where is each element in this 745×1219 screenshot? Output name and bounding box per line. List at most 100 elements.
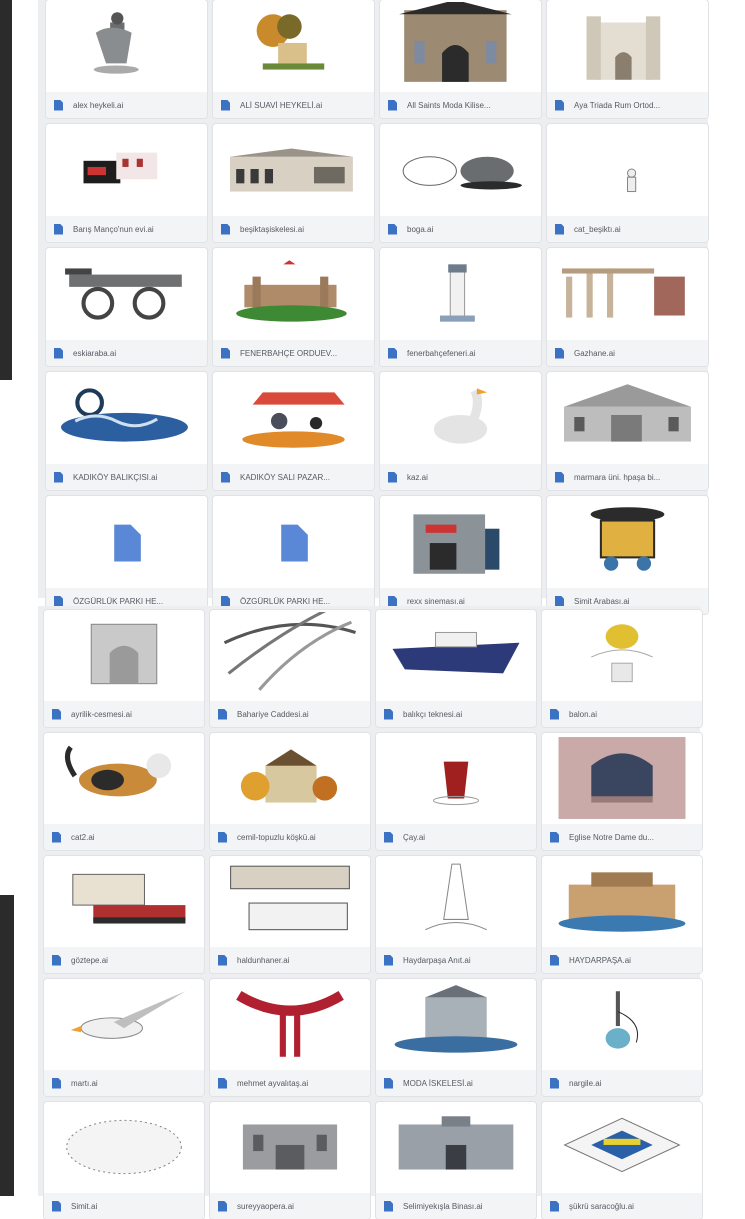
file-label-row: balon.ai [542,701,702,727]
file-label-row: HAYDARPAŞA.ai [542,947,702,973]
file-label-row: alex heykeli.ai [46,92,207,118]
file-label-row: Bahariye Caddesi.ai [210,701,370,727]
file-grid-panel-bottom: ayrilik-cesmesi.ai Bahariye Caddesi.ai bal… [38,606,702,1219]
file-tile[interactable]: Bahariye Caddesi.ai [210,610,370,727]
file-name: cemil-topuzlu köşkü.ai [237,832,316,842]
balloon-thumbnail [546,612,698,698]
file-icon [218,1077,227,1089]
file-icon [384,1200,393,1212]
file-tile[interactable]: Selimiyekışla Binası.ai [376,1102,536,1219]
file-tile[interactable]: ÖZGÜRLÜK PARKI HE... [46,496,207,614]
file-tile[interactable]: KADIKÖY SALI PAZAR... [213,372,374,490]
file-tile[interactable]: balıkçı teknesi.ai [376,610,536,727]
file-tile[interactable]: MODA İSKELESİ.ai [376,979,536,1096]
buildings-thumbnail [214,858,366,944]
file-tile[interactable]: haldunhaner.ai [210,856,370,973]
file-tile[interactable]: boga.ai [380,124,541,242]
file-tile[interactable]: fenerbahçefeneri.ai [380,248,541,366]
file-icon [555,99,564,111]
file-name: ÖZGÜRLÜK PARKI HE... [240,596,331,606]
file-icon [550,954,559,966]
file-name: Selimiyekışla Binası.ai [403,1201,483,1211]
file-icon [384,1077,393,1089]
file-tile[interactable]: rexx sineması.ai [380,496,541,614]
file-label-row: Simit.ai [44,1193,204,1219]
file-name: kaz.ai [407,472,428,482]
file-icon [54,223,63,235]
monument-thumbnail [380,858,532,944]
file-name: eskiaraba.ai [73,348,117,358]
file-name: sureyyaopera.ai [237,1201,294,1211]
file-icon [52,708,61,720]
file-icon [54,99,63,111]
file-label-row: cat_beşiktı.ai [547,216,708,242]
file-tile[interactable]: HAYDARPAŞA.ai [542,856,702,973]
hookah-thumbnail [546,981,698,1067]
file-tile[interactable]: marmara üni. hpaşa bi... [547,372,708,490]
file-label-row: marmara üni. hpaşa bi... [547,464,708,490]
file-name: Gazhane.ai [574,348,615,358]
file-tile[interactable]: ALİ SUAVİ HEYKELİ.ai [213,0,374,118]
file-icon [555,595,564,607]
file-name: Barış Manço'nun evi.ai [73,224,154,234]
file-icon [550,1077,559,1089]
file-tile[interactable]: Simit.ai [44,1102,204,1219]
file-name: fenerbahçefeneri.ai [407,348,476,358]
file-tile[interactable]: Haydarpaşa Anıt.ai [376,856,536,973]
file-tile[interactable]: ÖZGÜRLÜK PARKI HE... [213,496,374,614]
file-tile[interactable]: cat_beşiktı.ai [547,124,708,242]
file-icon [388,347,397,359]
file-name: ALİ SUAVİ HEYKELİ.ai [240,100,323,110]
file-tile[interactable]: Gazhane.ai [547,248,708,366]
street-thumbnail [214,612,366,698]
file-tile[interactable]: sureyyaopera.ai [210,1102,370,1219]
file-tile[interactable]: KADIKÖY BALIKÇISI.ai [46,372,207,490]
file-name: nargile.ai [569,1078,602,1088]
file-tile[interactable]: göztepe.ai [44,856,204,973]
file-name: All Saints Moda Kilise... [407,100,491,110]
file-name: ÖZGÜRLÜK PARKI HE... [73,596,164,606]
file-tile[interactable]: mehmet ayvalıtaş.ai [210,979,370,1096]
file-tile[interactable]: Aya Triada Rum Ortod... [547,0,708,118]
file-tile[interactable]: cat2.ai [44,733,204,850]
file-grid-panel-top: alex heykeli.ai ALİ SUAVİ HEYKELİ.ai All S… [38,0,708,614]
file-label-row: FENERBAHÇE ORDUEV... [213,340,374,366]
file-tile[interactable]: nargile.ai [542,979,702,1096]
file-icon [52,1200,61,1212]
left-edge-strip-top [0,0,12,380]
file-label-row: mehmet ayvalıtaş.ai [210,1070,370,1096]
file-label-row: Gazhane.ai [547,340,708,366]
boat-thumbnail [380,612,532,698]
file-name: şükrü saracoğlu.ai [569,1201,634,1211]
file-name: KADIKÖY SALI PAZAR... [240,472,330,482]
file-tile[interactable]: eskiaraba.ai [46,248,207,366]
file-tile[interactable]: Simit Arabası.ai [547,496,708,614]
file-tile[interactable]: ayrilik-cesmesi.ai [44,610,204,727]
seagull-thumbnail [48,981,200,1067]
file-name: Haydarpaşa Anıt.ai [403,955,471,965]
file-tile[interactable]: beşiktaşiskelesi.ai [213,124,374,242]
file-name: balıkçı teknesi.ai [403,709,463,719]
file-tile[interactable]: cemil-topuzlu köşkü.ai [210,733,370,850]
simit-thumbnail [48,1104,200,1190]
file-tile[interactable]: alex heykeli.ai [46,0,207,118]
file-tile[interactable]: Eglise Notre Dame du... [542,733,702,850]
file-label-row: Barış Manço'nun evi.ai [46,216,207,242]
file-label-row: martı.ai [44,1070,204,1096]
file-icon [221,347,230,359]
file-tile[interactable]: balon.ai [542,610,702,727]
file-tile[interactable]: All Saints Moda Kilise... [380,0,541,118]
file-icon [550,1200,559,1212]
file-name: MODA İSKELESİ.ai [403,1078,473,1088]
file-tile[interactable]: Barış Manço'nun evi.ai [46,124,207,242]
file-label-row: balıkçı teknesi.ai [376,701,536,727]
file-tile[interactable]: kaz.ai [380,372,541,490]
file-tile[interactable]: şükrü saracoğlu.ai [542,1102,702,1219]
file-label-row: eskiaraba.ai [46,340,207,366]
file-name: mehmet ayvalıtaş.ai [237,1078,309,1088]
file-tile[interactable]: martı.ai [44,979,204,1096]
file-tile[interactable]: FENERBAHÇE ORDUEV... [213,248,374,366]
file-name: ayrilik-cesmesi.ai [71,709,132,719]
cat-thumbnail [48,735,200,821]
file-tile[interactable]: Çay.ai [376,733,536,850]
